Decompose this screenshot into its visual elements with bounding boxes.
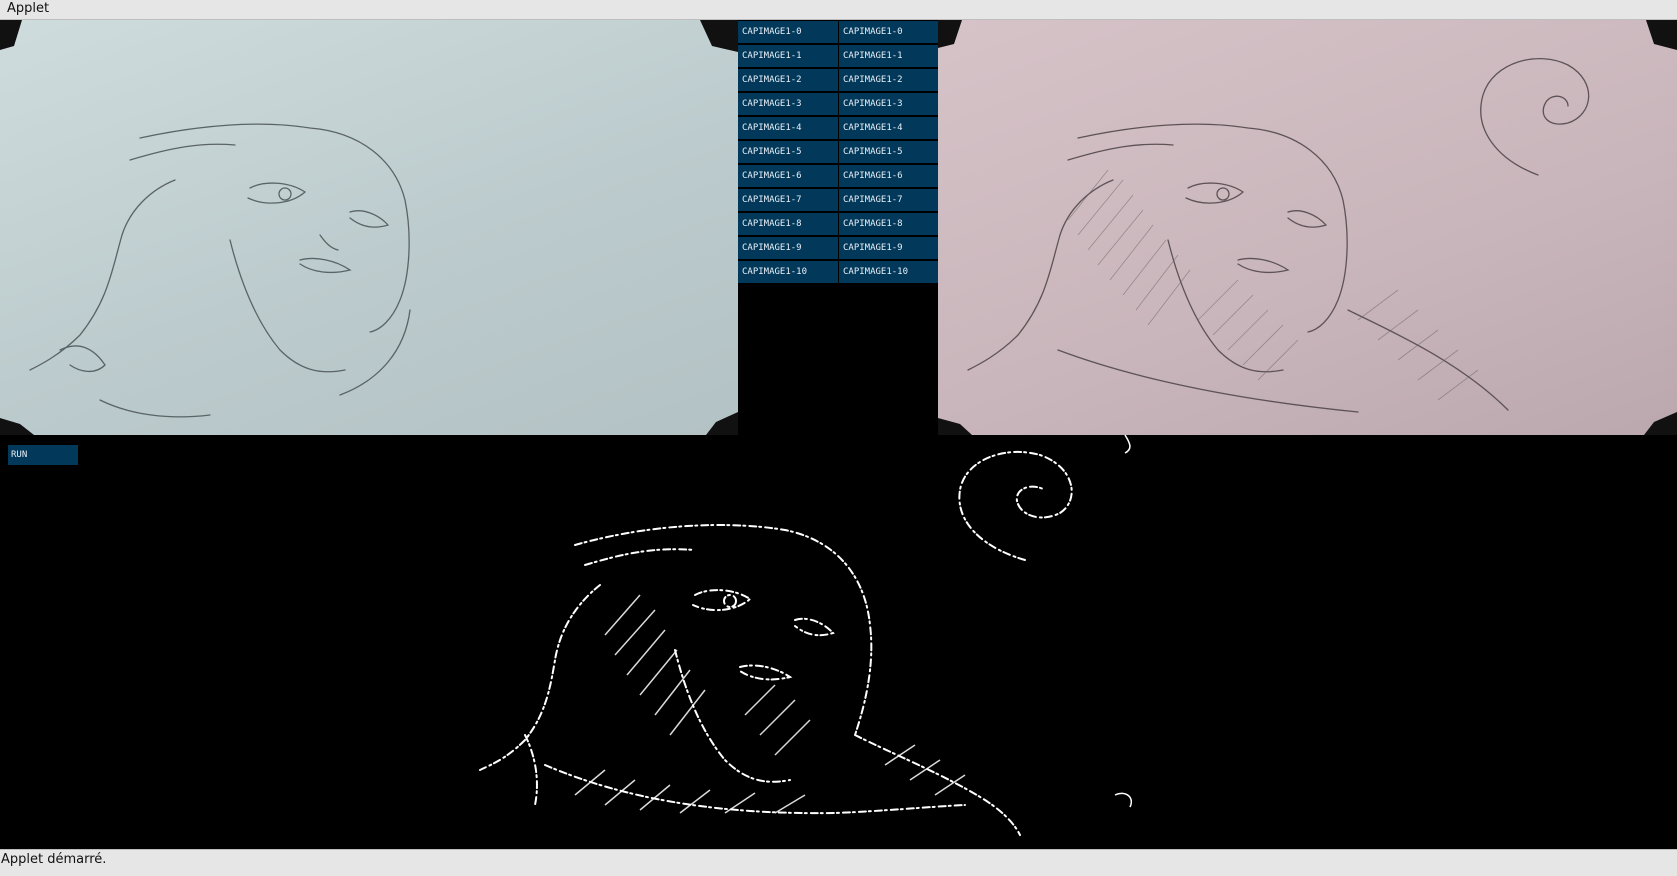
capture-button-left-3[interactable]: CAPIMAGE1-3 — [738, 93, 838, 115]
capture-button-left-7[interactable]: CAPIMAGE1-7 — [738, 189, 838, 211]
camera-view-right — [938, 20, 1677, 435]
capture-button-left-5[interactable]: CAPIMAGE1-5 — [738, 141, 838, 163]
capture-button-right-0[interactable]: CAPIMAGE1-0 — [838, 21, 938, 43]
capture-button-left-0[interactable]: CAPIMAGE1-0 — [738, 21, 838, 43]
capture-button-right-8[interactable]: CAPIMAGE1-8 — [838, 213, 938, 235]
capture-button-right-7[interactable]: CAPIMAGE1-7 — [838, 189, 938, 211]
window-title: Applet — [0, 0, 1677, 20]
capture-button-left-9[interactable]: CAPIMAGE1-9 — [738, 237, 838, 259]
sketch-image-right — [938, 20, 1677, 435]
capture-button-right-1[interactable]: CAPIMAGE1-1 — [838, 45, 938, 67]
capture-button-right-10[interactable]: CAPIMAGE1-10 — [838, 261, 938, 283]
capture-button-right-6[interactable]: CAPIMAGE1-6 — [838, 165, 938, 187]
capture-button-left-10[interactable]: CAPIMAGE1-10 — [738, 261, 838, 283]
capture-button-right-2[interactable]: CAPIMAGE1-2 — [838, 69, 938, 91]
run-button[interactable]: RUN — [8, 445, 78, 465]
camera-view-left — [0, 20, 738, 435]
status-bar: Applet démarré. — [0, 849, 1677, 876]
capture-button-left-4[interactable]: CAPIMAGE1-4 — [738, 117, 838, 139]
capture-button-left-8[interactable]: CAPIMAGE1-8 — [738, 213, 838, 235]
capture-button-right-5[interactable]: CAPIMAGE1-5 — [838, 141, 938, 163]
edge-detection-view — [465, 435, 1210, 849]
edge-detection-image — [479, 435, 1132, 836]
sketch-image-left — [0, 20, 738, 435]
capture-button-left-1[interactable]: CAPIMAGE1-1 — [738, 45, 838, 67]
capture-buttons-panel: CAPIMAGE1-0 CAPIMAGE1-0 CAPIMAGE1-1 CAPI… — [738, 20, 938, 435]
capture-button-left-2[interactable]: CAPIMAGE1-2 — [738, 69, 838, 91]
capture-button-left-6[interactable]: CAPIMAGE1-6 — [738, 165, 838, 187]
capture-button-right-9[interactable]: CAPIMAGE1-9 — [838, 237, 938, 259]
capture-button-right-4[interactable]: CAPIMAGE1-4 — [838, 117, 938, 139]
applet-canvas: CAPIMAGE1-0 CAPIMAGE1-0 CAPIMAGE1-1 CAPI… — [0, 20, 1677, 849]
capture-button-right-3[interactable]: CAPIMAGE1-3 — [838, 93, 938, 115]
